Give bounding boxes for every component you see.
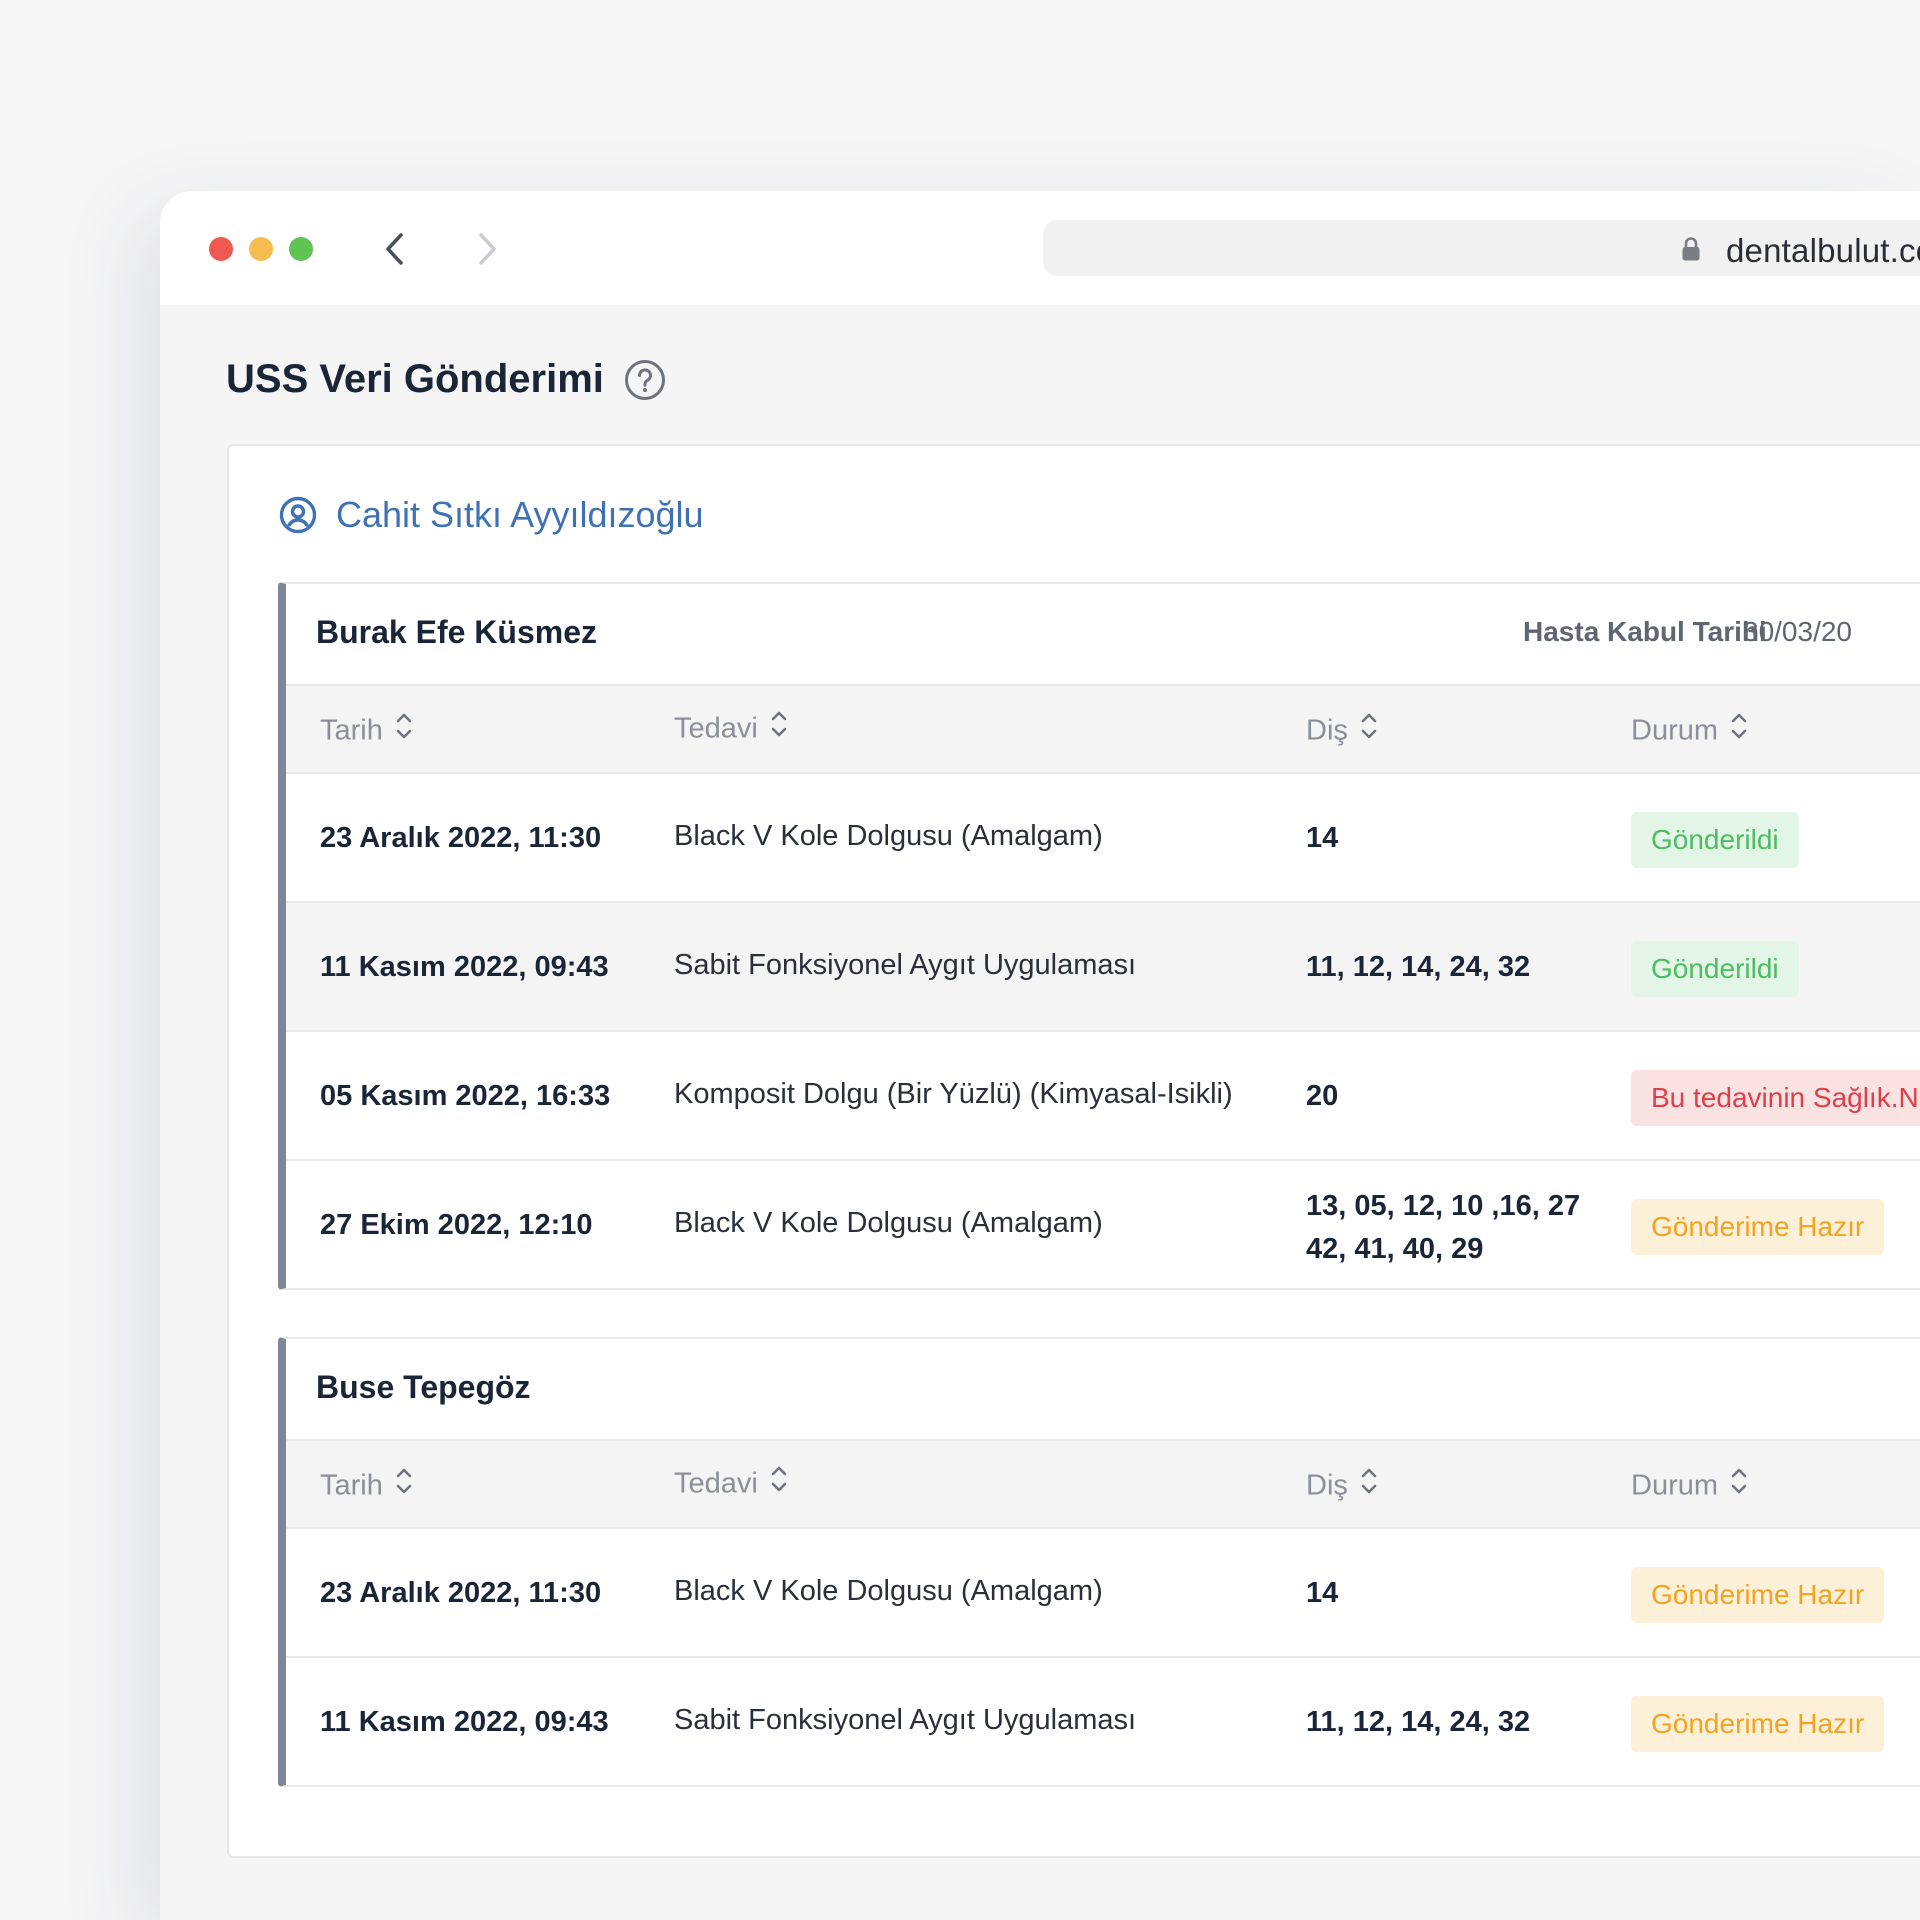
sort-icon[interactable] <box>395 1465 413 1505</box>
forward-arrow-icon[interactable] <box>466 229 506 269</box>
table-header: Tarih Tedavi Diş Durum <box>286 686 1920 774</box>
column-header-dis[interactable]: Diş <box>1306 1468 1378 1505</box>
tooth-cell: 14 <box>1306 822 1339 854</box>
table-row[interactable]: 05 Kasım 2022, 16:33 Komposit Dolgu (Bir… <box>286 1032 1920 1161</box>
column-label: Tedavi <box>674 1467 758 1500</box>
close-window-button[interactable] <box>209 237 233 261</box>
status-badge: Gönderime Hazır <box>1631 1567 1885 1623</box>
column-label: Tarih <box>320 1469 383 1502</box>
sort-icon[interactable] <box>395 710 413 750</box>
sort-icon[interactable] <box>1360 710 1378 750</box>
treatment-cell: Sabit Fonksiyonel Aygıt Uygulaması <box>674 1704 1137 1736</box>
kabul-date-label: Hasta Kabul Tarihi <box>1523 616 1767 647</box>
sort-icon[interactable] <box>1730 710 1748 750</box>
doctor-name[interactable]: Cahit Sıtkı Ayyıldızoğlu <box>336 494 704 536</box>
table-header: Tarih Tedavi Diş Durum <box>286 1441 1920 1529</box>
column-label: Diş <box>1306 1469 1348 1502</box>
patient-header: Burak Efe Küsmez Hasta Kabul Tarihi 30/0… <box>286 584 1920 686</box>
status-badge: Gönderime Hazır <box>1631 1199 1885 1255</box>
browser-window: dentalbulut.com USS Veri Gönderimi Cahit… <box>160 191 1920 1920</box>
column-header-tarih[interactable]: Tarih <box>320 713 413 750</box>
date-cell: 11 Kasım 2022, 09:43 <box>320 951 609 983</box>
kabul-date-value: 30/03/20 <box>1743 616 1852 647</box>
page-title: USS Veri Gönderimi <box>226 357 604 401</box>
patient-block: Buse Tepegöz Tarih Tedavi Diş Durum 23 A… <box>278 1337 1920 1787</box>
treatment-cell: Black V Kole Dolgusu (Amalgam) <box>674 820 1103 852</box>
table-row[interactable]: 11 Kasım 2022, 09:43 Sabit Fonksiyonel A… <box>286 1658 1920 1785</box>
patient-block: Burak Efe Küsmez Hasta Kabul Tarihi 30/0… <box>278 582 1920 1290</box>
treatment-cell: Komposit Dolgu (Bir Yüzlü) (Kimyasal-Isi… <box>674 1078 1233 1110</box>
tooth-line: 42, 41, 40, 29 <box>1306 1233 1484 1265</box>
date-cell: 05 Kasım 2022, 16:33 <box>320 1080 611 1112</box>
minimize-window-button[interactable] <box>249 237 273 261</box>
column-label: Durum <box>1631 1469 1719 1502</box>
tooth-cell: 20 <box>1306 1080 1339 1112</box>
table-row[interactable]: 27 Ekim 2022, 12:10 Black V Kole Dolgusu… <box>286 1161 1920 1288</box>
status-badge: Gönderildi <box>1631 812 1799 868</box>
column-label: Diş <box>1306 714 1348 747</box>
lock-icon <box>1681 236 1701 262</box>
patient-name: Burak Efe Küsmez <box>316 614 597 650</box>
sort-icon[interactable] <box>770 708 788 748</box>
url-text: dentalbulut.com <box>1726 232 1920 269</box>
table-row[interactable]: 23 Aralık 2022, 11:30 Black V Kole Dolgu… <box>286 774 1920 903</box>
date-cell: 23 Aralık 2022, 11:30 <box>320 1577 602 1609</box>
tooth-cell: 11, 12, 14, 24, 32 <box>1306 1706 1531 1738</box>
doctor-card: Cahit Sıtkı Ayyıldızoğlu Burak Efe Küsme… <box>227 444 1920 1858</box>
help-icon[interactable] <box>624 359 666 401</box>
user-circle-icon <box>279 496 317 534</box>
date-cell: 23 Aralık 2022, 11:30 <box>320 822 602 854</box>
tooth-cell: 13, 05, 12, 10 ,16, 27 42, 41, 40, 29 <box>1306 1185 1580 1271</box>
treatment-cell: Sabit Fonksiyonel Aygıt Uygulaması <box>674 949 1137 981</box>
date-cell: 27 Ekim 2022, 12:10 <box>320 1209 593 1241</box>
tooth-cell: 11, 12, 14, 24, 32 <box>1306 951 1531 983</box>
sort-icon[interactable] <box>1730 1465 1748 1505</box>
column-header-durum[interactable]: Durum <box>1631 713 1748 750</box>
status-badge: Gönderildi <box>1631 941 1799 997</box>
sort-icon[interactable] <box>770 1463 788 1503</box>
patient-header: Buse Tepegöz <box>286 1339 1920 1441</box>
table-row[interactable]: 23 Aralık 2022, 11:30 Black V Kole Dolgu… <box>286 1529 1920 1658</box>
column-label: Tedavi <box>674 712 758 745</box>
sort-icon[interactable] <box>1360 1465 1378 1505</box>
tooth-cell: 14 <box>1306 1577 1339 1609</box>
column-label: Tarih <box>320 714 383 747</box>
date-cell: 11 Kasım 2022, 09:43 <box>320 1706 609 1738</box>
column-header-durum[interactable]: Durum <box>1631 1468 1748 1505</box>
column-header-tedavi[interactable]: Tedavi <box>674 1466 788 1503</box>
back-arrow-icon[interactable] <box>376 229 416 269</box>
treatment-cell: Black V Kole Dolgusu (Amalgam) <box>674 1207 1103 1239</box>
status-badge: Bu tedavinin Sağlık.N <box>1631 1070 1920 1126</box>
tooth-line: 13, 05, 12, 10 ,16, 27 <box>1306 1190 1581 1222</box>
maximize-window-button[interactable] <box>289 237 313 261</box>
column-header-tarih[interactable]: Tarih <box>320 1468 413 1505</box>
table-row[interactable]: 11 Kasım 2022, 09:43 Sabit Fonksiyonel A… <box>286 903 1920 1032</box>
column-header-dis[interactable]: Diş <box>1306 713 1378 750</box>
treatment-cell: Black V Kole Dolgusu (Amalgam) <box>674 1575 1103 1607</box>
column-label: Durum <box>1631 714 1719 747</box>
browser-toolbar: dentalbulut.com <box>160 191 1920 305</box>
column-header-tedavi[interactable]: Tedavi <box>674 711 788 748</box>
address-bar[interactable]: dentalbulut.com <box>1043 220 1920 276</box>
patient-name: Buse Tepegöz <box>316 1369 531 1405</box>
status-badge: Gönderime Hazır <box>1631 1696 1885 1752</box>
